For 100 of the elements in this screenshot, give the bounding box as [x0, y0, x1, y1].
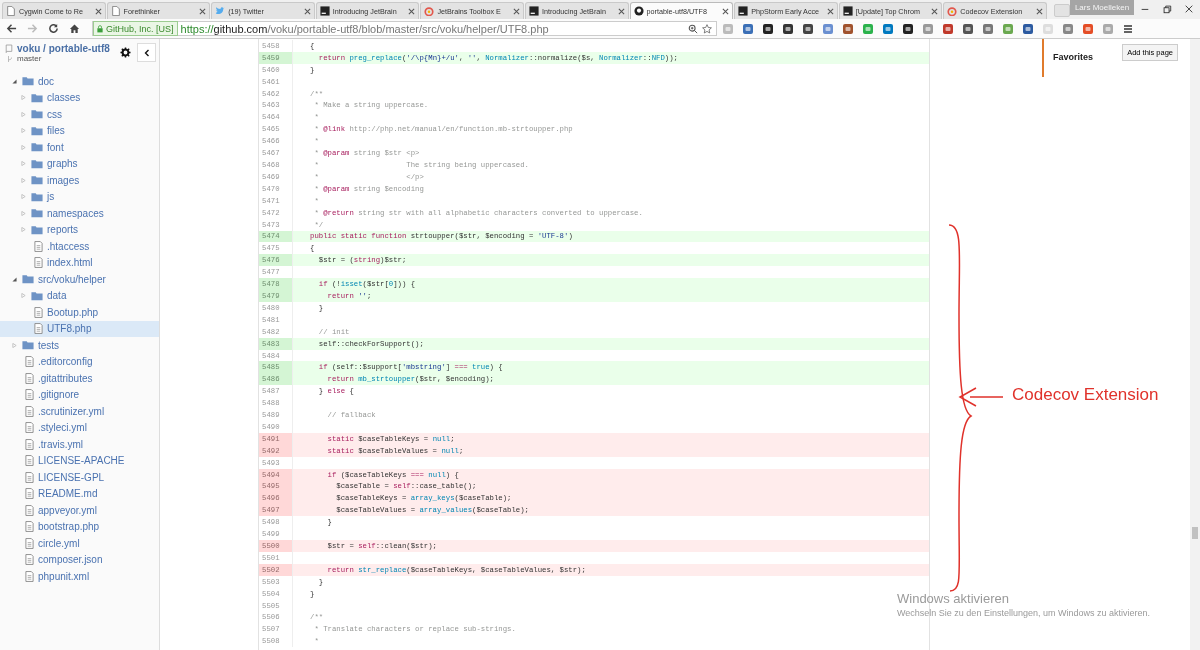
file-icon — [25, 570, 34, 582]
tree-item[interactable]: README.md — [0, 485, 159, 502]
tree-item[interactable]: LICENSE-GPL — [0, 469, 159, 486]
expanded-arrow-icon[interactable] — [12, 276, 17, 282]
file-icon — [25, 438, 34, 450]
page-icon — [110, 6, 121, 16]
tree-item[interactable]: bootstrap.php — [0, 518, 159, 535]
tree-item[interactable]: graphs — [0, 155, 159, 172]
close-icon[interactable] — [199, 7, 207, 15]
tree-item[interactable]: classes — [0, 89, 159, 106]
repo-name[interactable]: voku / portable-utf8 — [17, 43, 110, 54]
extension-icon[interactable] — [782, 22, 794, 35]
file-icon — [25, 389, 34, 401]
tree-item[interactable]: .travis.yml — [0, 436, 159, 453]
file-icon — [25, 537, 34, 549]
tree-item[interactable]: .gitattributes — [0, 370, 159, 387]
file-icon — [34, 257, 43, 269]
close-icon[interactable] — [931, 7, 939, 15]
folder-icon — [31, 109, 43, 120]
close-icon[interactable] — [303, 7, 311, 15]
settings-icon[interactable] — [120, 47, 131, 58]
restore-icon[interactable] — [1162, 4, 1173, 14]
tree-item[interactable]: LICENSE-APACHE — [0, 452, 159, 469]
page-icon — [6, 6, 16, 16]
tree-item[interactable]: tests — [0, 337, 159, 354]
tree-item[interactable]: .gitignore — [0, 386, 159, 403]
tree-item[interactable]: namespaces — [0, 205, 159, 222]
file-icon — [25, 521, 34, 533]
tree-item[interactable]: appveyor.yml — [0, 502, 159, 519]
collapse-button[interactable] — [137, 43, 156, 62]
branch-icon — [7, 54, 13, 63]
square-icon — [528, 6, 539, 16]
extension-icon[interactable] — [802, 22, 814, 35]
bird-icon — [215, 6, 226, 16]
reload-icon[interactable] — [48, 23, 59, 34]
scrollbar[interactable] — [1190, 39, 1200, 650]
tree-item[interactable]: phpunit.xml — [0, 568, 159, 585]
close-icon[interactable] — [617, 7, 625, 15]
activation-text: Wechseln Sie zu den Einstellungen, um Windows zu aktivieren. — [897, 608, 1150, 618]
tree-item[interactable]: reports — [0, 221, 159, 238]
tree-item[interactable]: src/voku/helper — [0, 271, 159, 288]
tree-item[interactable]: images — [0, 172, 159, 189]
file-icon — [34, 306, 43, 318]
extension-icon[interactable] — [902, 22, 914, 35]
file-icon — [25, 504, 34, 516]
branch-name[interactable]: master — [17, 54, 42, 63]
extension-icon[interactable] — [962, 22, 974, 35]
tree-item[interactable]: font — [0, 139, 159, 156]
favorites-title: Favorites — [1053, 52, 1094, 62]
chevron-left-icon — [143, 48, 150, 57]
close-icon[interactable] — [512, 7, 520, 15]
tree-item[interactable]: data — [0, 287, 159, 304]
ring-icon — [947, 6, 958, 16]
folder-icon — [31, 92, 43, 103]
folder-icon — [31, 125, 43, 136]
close-icon[interactable] — [722, 7, 730, 15]
tree-item[interactable]: css — [0, 106, 159, 123]
folder-icon — [22, 76, 34, 87]
tree-item[interactable]: doc — [0, 73, 159, 90]
folder-icon — [22, 340, 34, 351]
close-icon[interactable] — [1184, 4, 1194, 14]
tree-item[interactable]: js — [0, 188, 159, 205]
home-icon[interactable] — [69, 23, 80, 34]
zoom-icon[interactable] — [688, 23, 698, 34]
tree-item[interactable]: index.html — [0, 254, 159, 271]
folder-icon — [31, 142, 43, 153]
folder-icon — [31, 208, 43, 219]
close-icon[interactable] — [408, 7, 416, 15]
file-icon — [34, 323, 43, 335]
tree-item[interactable]: Bootup.php — [0, 304, 159, 321]
folder-icon — [22, 274, 34, 285]
extension-icon[interactable] — [1022, 22, 1034, 35]
tree-item[interactable]: .scrutinizer.yml — [0, 403, 159, 420]
close-icon[interactable] — [94, 7, 102, 15]
activation-title: Windows aktivieren — [897, 591, 1010, 606]
tree-item[interactable]: .editorconfig — [0, 353, 159, 370]
tree-item[interactable]: files — [0, 122, 159, 139]
file-icon — [34, 240, 43, 252]
tree-item[interactable]: composer.json — [0, 551, 159, 568]
tree-item[interactable]: .styleci.yml — [0, 419, 159, 436]
address-field[interactable]: GitHub, Inc. [US] https://github.com/voku/portable-utf8/blob/master/src/voku/helper/UTF8.php — [92, 21, 717, 36]
expanded-arrow-icon[interactable] — [12, 78, 17, 84]
tree-item[interactable]: circle.yml — [0, 535, 159, 552]
extension-icon[interactable] — [762, 22, 774, 35]
folder-icon — [31, 290, 43, 301]
close-icon[interactable] — [1035, 7, 1043, 15]
file-icon — [25, 488, 34, 500]
tree-item[interactable]: .htaccess — [0, 238, 159, 255]
star-icon[interactable] — [702, 23, 712, 34]
square-icon — [738, 6, 749, 16]
tree-item[interactable]: UTF8.php — [0, 320, 159, 337]
back-icon[interactable] — [6, 23, 17, 34]
menu-icon[interactable] — [1122, 22, 1134, 35]
arrow — [958, 385, 1004, 409]
file-icon — [25, 405, 34, 417]
file-icon — [25, 422, 34, 434]
octocat-icon — [633, 6, 644, 16]
security-badge[interactable]: GitHub, Inc. [US] — [93, 21, 178, 36]
close-icon[interactable] — [826, 7, 834, 15]
folder-icon — [31, 191, 43, 202]
